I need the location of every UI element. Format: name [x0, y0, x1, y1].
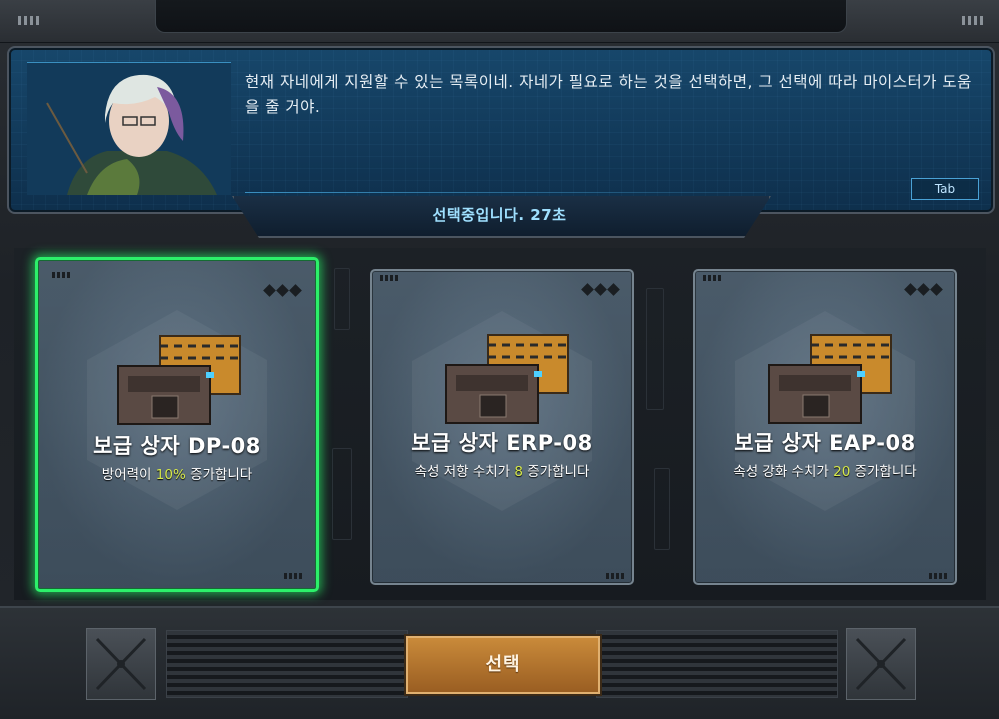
grip-icon	[962, 16, 983, 25]
npc-dialog-panel: 현재 자네에게 지원할 수 있는 목록이네. 자네가 필요로 하는 것을 선택하…	[7, 46, 995, 214]
card-title: 보급 상자 EAP-08	[734, 431, 916, 455]
close-x-icon	[846, 628, 916, 700]
dialog-divider	[245, 192, 765, 193]
grip-icon	[929, 573, 947, 579]
vent-grille	[166, 630, 408, 698]
card-description: 속성 강화 수치가 20 증가합니다	[733, 464, 917, 480]
diamond-rank-icon	[263, 284, 302, 297]
grip-icon	[18, 16, 39, 25]
grip-icon	[380, 275, 398, 281]
game-frame: 현재 자네에게 지원할 수 있는 목록이네. 자네가 필요로 하는 것을 선택하…	[0, 0, 999, 719]
top-bar	[0, 0, 999, 43]
highlight-value: 10%	[155, 467, 186, 483]
circuit-trace	[654, 468, 670, 550]
vent-grille	[596, 630, 838, 698]
close-x-icon	[86, 628, 156, 700]
diamond-rank-icon	[904, 283, 943, 296]
diamond-rank-icon	[581, 283, 620, 296]
supply-crate-icon	[116, 332, 244, 428]
selection-timer: 선택중입니다. 27초	[432, 206, 567, 224]
circuit-trace	[646, 288, 664, 410]
top-notch	[155, 0, 847, 33]
grip-icon	[606, 573, 624, 579]
card-title: 보급 상자 ERP-08	[411, 431, 593, 455]
supply-card-dp08[interactable]: 보급 상자 DP-08 방어력이 10% 증가합니다	[35, 257, 319, 592]
supply-crate-icon	[767, 331, 895, 427]
highlight-value: 8	[514, 464, 523, 480]
grip-icon	[52, 272, 70, 278]
highlight-value: 20	[833, 464, 851, 480]
dialog-text: 현재 자네에게 지원할 수 있는 목록이네. 자네가 필요로 하는 것을 선택하…	[245, 73, 972, 116]
supply-card-eap08[interactable]: 보급 상자 EAP-08 속성 강화 수치가 20 증가합니다	[693, 269, 957, 585]
grip-icon	[284, 573, 302, 579]
grip-icon	[703, 275, 721, 281]
tab-key-hint[interactable]: Tab	[911, 178, 979, 200]
npc-portrait	[27, 62, 231, 195]
circuit-trace	[334, 268, 350, 330]
select-button[interactable]: 선택	[406, 636, 600, 694]
supply-card-erp08[interactable]: 보급 상자 ERP-08 속성 저항 수치가 8 증가합니다	[370, 269, 634, 585]
card-description: 속성 저항 수치가 8 증가합니다	[414, 464, 590, 480]
card-title: 보급 상자 DP-08	[93, 434, 261, 458]
circuit-trace	[332, 448, 352, 540]
supply-crate-icon	[444, 331, 572, 427]
card-description: 방어력이 10% 증가합니다	[101, 467, 253, 483]
